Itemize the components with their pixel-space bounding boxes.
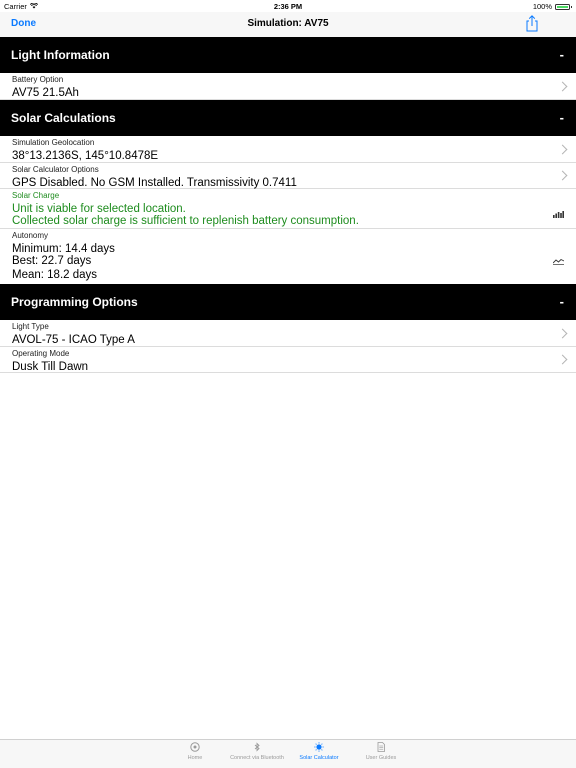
chevron-right-icon (557, 328, 568, 339)
tab-home[interactable]: Home (165, 742, 225, 761)
chevron-right-icon (557, 354, 568, 365)
line-chart-icon[interactable] (552, 252, 565, 270)
battery-option-row[interactable]: Battery Option AV75 21.5Ah (0, 73, 576, 100)
charge-summary-line: Collected solar charge is sufficient to … (12, 215, 359, 227)
navigation-bar: Done Simulation: AV75 (0, 12, 576, 37)
section-solar-calculations[interactable]: Solar Calculations - (0, 100, 576, 136)
share-icon[interactable] (525, 15, 539, 32)
tab-label: Solar Calculator (299, 755, 339, 761)
home-icon (190, 742, 200, 752)
solar-charge-row[interactable]: Solar Charge Unit is viable for selected… (0, 189, 576, 229)
collapse-toggle[interactable]: - (560, 47, 564, 62)
chevron-right-icon (557, 81, 568, 92)
chevron-right-icon (557, 144, 568, 155)
row-value: Dusk Till Dawn (12, 361, 89, 373)
row-caption: Autonomy (12, 231, 49, 240)
status-bar: Carrier 2:36 PM 100% (0, 0, 576, 12)
solar-options-row[interactable]: Solar Calculator Options GPS Disabled. N… (0, 163, 576, 189)
tab-label: Home (187, 755, 203, 761)
row-value: 38°13.2136S, 145°10.8478E (12, 150, 159, 162)
row-value: AVOL-75 - ICAO Type A (12, 334, 135, 346)
section-title: Light Information (11, 48, 110, 62)
geolocation-row[interactable]: Simulation Geolocation 38°13.2136S, 145°… (0, 136, 576, 163)
tab-connect-bluetooth[interactable]: Connect via Bluetooth (227, 742, 287, 761)
sun-icon (314, 742, 324, 752)
row-caption: Simulation Geolocation (12, 138, 95, 147)
bar-chart-icon[interactable] (553, 205, 564, 223)
row-value: GPS Disabled. No GSM Installed. Transmis… (12, 177, 297, 189)
autonomy-mean: Mean: 18.2 days (12, 269, 98, 281)
status-time: 2:36 PM (273, 2, 303, 11)
autonomy-row[interactable]: Autonomy Minimum: 14.4 days Best: 22.7 d… (0, 229, 576, 284)
collapse-toggle[interactable]: - (560, 294, 564, 309)
chevron-right-icon (557, 170, 568, 181)
row-value: AV75 21.5Ah (12, 87, 79, 99)
battery-icon (555, 3, 572, 10)
row-caption: Light Type (12, 322, 49, 331)
section-light-information[interactable]: Light Information - (0, 37, 576, 73)
tab-solar-calculator[interactable]: Solar Calculator (289, 742, 349, 761)
document-icon (377, 742, 385, 752)
section-programming-options[interactable]: Programming Options - (0, 284, 576, 320)
bluetooth-icon (254, 742, 260, 752)
autonomy-best: Best: 22.7 days (12, 255, 92, 267)
collapse-toggle[interactable]: - (560, 110, 564, 125)
battery-percent: 100% (532, 2, 552, 11)
row-caption: Solar Charge (12, 191, 60, 200)
row-caption: Battery Option (12, 75, 64, 84)
tab-user-guides[interactable]: User Guides (351, 742, 411, 761)
section-title: Solar Calculations (11, 111, 116, 125)
tab-label: Connect via Bluetooth (230, 755, 284, 761)
section-title: Programming Options (11, 295, 138, 309)
row-caption: Solar Calculator Options (12, 165, 99, 174)
row-caption: Operating Mode (12, 349, 70, 358)
operating-mode-row[interactable]: Operating Mode Dusk Till Dawn (0, 347, 576, 373)
light-type-row[interactable]: Light Type AVOL-75 - ICAO Type A (0, 320, 576, 347)
tab-label: User Guides (365, 755, 397, 761)
tab-bar: Home Connect via Bluetooth Solar Calcula… (0, 739, 576, 768)
page-title: Simulation: AV75 (247, 18, 329, 29)
